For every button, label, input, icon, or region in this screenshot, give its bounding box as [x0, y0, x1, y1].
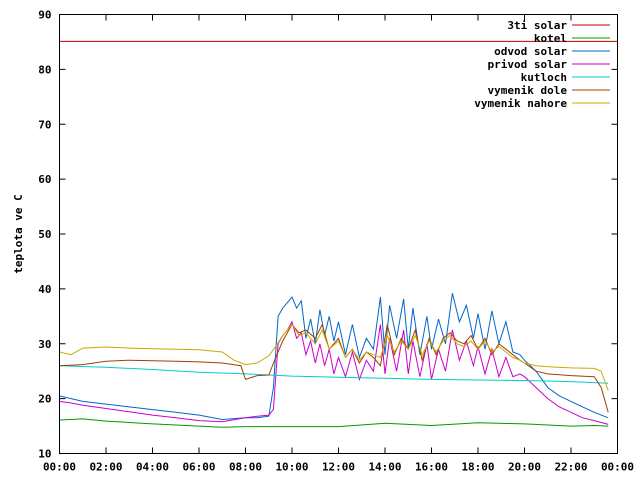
x-tick-label: 14:00 [368, 461, 401, 474]
y-tick-label: 40 [38, 283, 51, 296]
x-tick-label: 16:00 [415, 461, 448, 474]
x-tick-label: 12:00 [322, 461, 355, 474]
x-tick-label: 10:00 [275, 461, 308, 474]
line-chart: 102030405060708090 00:00 02:00 04:00 06:00 0… [12, 9, 634, 474]
y-tick-label: 30 [38, 338, 51, 351]
legend-label-vymenik-dole: vymenik dole [488, 84, 568, 97]
x-tick-label: 08:00 [229, 461, 262, 474]
y-tick-label: 80 [38, 63, 51, 76]
series-line-kutloch [59, 365, 609, 384]
x-tick-label: 00:00 [601, 461, 634, 474]
series-line-kotel [59, 418, 609, 428]
legend-label-kutloch: kutloch [521, 71, 567, 84]
x-tick-label: 06:00 [182, 461, 215, 474]
legend-label-3ti-solar: 3ti solar [507, 19, 567, 32]
x-tick-label: 04:00 [136, 461, 169, 474]
y-tick-labels: 10 20 30 40 50 60 70 80 90 [38, 9, 51, 461]
y-tick-label: 50 [38, 228, 51, 241]
x-tick-label: 00:00 [43, 461, 76, 474]
y-tick-label: 60 [38, 173, 51, 186]
x-tick-label: 02:00 [89, 461, 122, 474]
y-axis-label: teplota ve C [12, 194, 25, 273]
series-line-privod-solar [59, 320, 609, 425]
series-line-vymenik-dole [59, 323, 609, 413]
legend-label-privod-solar: privod solar [488, 58, 568, 71]
legend-label-kotel: kotel [534, 32, 567, 45]
x-tick-label: 18:00 [461, 461, 494, 474]
y-tick-label: 70 [38, 118, 51, 131]
legend: 3ti solarkotelodvod solarprivod solarkut… [474, 19, 610, 110]
y-tick-label: 10 [38, 448, 51, 461]
series-line-odvod-solar [59, 293, 609, 421]
legend-label-odvod-solar: odvod solar [494, 45, 567, 58]
x-tick-label: 22:00 [554, 461, 587, 474]
x-tick-labels: 00:00 02:00 04:00 06:00 08:00 10:00 12:00 14:00… [43, 461, 634, 474]
legend-label-vymenik-nahore: vymenik nahore [474, 97, 567, 110]
x-tick-label: 20:00 [508, 461, 541, 474]
y-tick-label: 90 [38, 9, 51, 22]
y-tick-label: 20 [38, 393, 51, 406]
